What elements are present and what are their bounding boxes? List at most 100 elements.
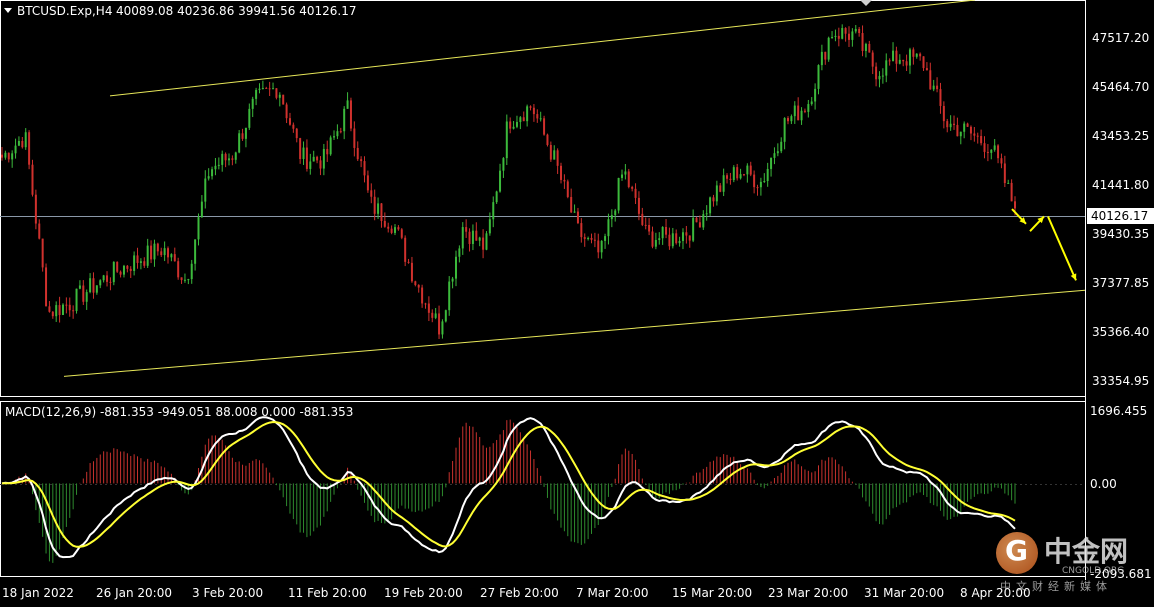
- candle-body-bear: [414, 281, 417, 285]
- candle-body-bear: [627, 171, 630, 187]
- candle-body-bull: [990, 149, 993, 153]
- candle-body-bull: [17, 140, 20, 146]
- candle-body-bull: [881, 75, 884, 77]
- candle-body-bull: [78, 285, 81, 289]
- candle-body-bull: [227, 158, 230, 161]
- candle-body-bear: [421, 287, 424, 304]
- candle-body-bear: [224, 153, 227, 161]
- price-tick-label: 37377.85: [1092, 276, 1149, 290]
- candle-body-bull: [451, 278, 454, 282]
- candle-body-bear: [953, 123, 956, 125]
- candle-body-bear: [729, 178, 732, 181]
- price-chart[interactable]: BTCUSD.Exp,H4 40089.08 40236.86 39941.56…: [0, 0, 1154, 603]
- candle-body-bull: [993, 145, 996, 150]
- candle-body-bear: [736, 167, 739, 179]
- candle-body-bear: [92, 278, 95, 293]
- candle-body-bear: [824, 51, 827, 60]
- candle-body-bear: [400, 229, 403, 238]
- candle-body-bear: [522, 117, 525, 122]
- candle-body-bull: [746, 165, 749, 175]
- candle-body-bull: [146, 245, 149, 266]
- candle-body-bear: [160, 251, 163, 256]
- candle-body-bull: [519, 117, 522, 123]
- candle-body-bull: [617, 177, 620, 211]
- candle-body-bull: [793, 105, 796, 117]
- candle-body-bear: [685, 232, 688, 236]
- candles-layer: [1, 24, 1016, 340]
- candle-body-bull: [810, 101, 813, 105]
- candle-body-bear: [976, 135, 979, 137]
- candle-body-bear: [468, 231, 471, 244]
- candle-body-bull: [261, 87, 264, 89]
- candle-body-bull: [211, 169, 214, 177]
- candle-body-bull: [827, 37, 830, 60]
- candle-body-bear: [319, 160, 322, 169]
- candle-body-bear: [560, 165, 563, 180]
- candle-body-bear: [966, 123, 969, 127]
- candle-body-bull: [610, 215, 613, 220]
- candle-body-bull: [539, 118, 542, 120]
- candle-body-bear: [753, 174, 756, 188]
- candle-body-bear: [641, 213, 644, 225]
- candle-body-bear: [65, 304, 68, 306]
- candle-body-bull: [766, 168, 769, 182]
- candle-body-bear: [803, 110, 806, 112]
- candle-body-bear: [288, 118, 291, 125]
- candle-body-bear: [698, 222, 701, 228]
- price-tick-label: 43453.25: [1092, 129, 1149, 143]
- candle-body-bull: [89, 278, 92, 293]
- candle-body-bear: [1010, 182, 1013, 202]
- candle-body-bear: [871, 52, 874, 67]
- candle-body-bull: [505, 121, 508, 159]
- candle-body-bull: [95, 285, 98, 293]
- candle-body-bull: [322, 148, 325, 169]
- candle-body-bear: [576, 211, 579, 224]
- candle-body-bear: [373, 196, 376, 214]
- candle-body-bear: [136, 255, 139, 263]
- candle-body-bear: [912, 49, 915, 57]
- candle-body-bull: [854, 28, 857, 32]
- candle-body-bear: [316, 156, 319, 161]
- candle-body-bull: [515, 122, 518, 127]
- candle-body-bull: [183, 279, 186, 281]
- candle-body-bull: [24, 132, 27, 148]
- candle-body-bull: [502, 158, 505, 171]
- candle-body-bear: [973, 133, 976, 136]
- macd-tick-label: 0.00: [1090, 477, 1117, 491]
- macd-label: MACD(12,26,9) -881.353 -949.051 88.008 0…: [5, 405, 353, 419]
- candle-body-bear: [353, 128, 356, 148]
- dropdown-triangle-icon[interactable]: [4, 8, 12, 13]
- candle-body-bull: [448, 281, 451, 311]
- candle-body-bear: [837, 35, 840, 39]
- candle-body-bear: [305, 147, 308, 169]
- candle-body-bull: [485, 233, 488, 250]
- candle-body-bull: [61, 304, 64, 316]
- symbol-label: BTCUSD.Exp,H4: [17, 4, 112, 18]
- candle-body-bull: [654, 240, 657, 247]
- candle-body-bull: [343, 108, 346, 132]
- chart-shift-marker-icon[interactable]: [860, 0, 872, 6]
- candle-body-bear: [532, 107, 535, 115]
- candle-body-bull: [620, 174, 623, 178]
- channel-layer: [63, 0, 1086, 377]
- candle-body-bull: [492, 202, 495, 220]
- candle-body-bear: [431, 312, 434, 318]
- candle-body-bull: [851, 31, 854, 40]
- candle-body-bear: [150, 245, 153, 260]
- candle-body-bull: [278, 94, 281, 98]
- candle-body-bear: [31, 164, 34, 195]
- candle-body-bull: [488, 219, 491, 234]
- candle-body-bear: [905, 61, 908, 66]
- candle-body-bull: [800, 110, 803, 121]
- candle-body-bull: [607, 219, 610, 237]
- candle-body-bear: [895, 50, 898, 64]
- candle-body-bull: [773, 153, 776, 158]
- candle-body-bull: [187, 279, 190, 281]
- candle-body-bear: [651, 231, 654, 247]
- chart-canvas[interactable]: BTCUSD.Exp,H4 40089.08 40236.86 39941.56…: [0, 0, 1154, 603]
- candle-body-bull: [454, 256, 457, 279]
- candle-body-bear: [48, 306, 51, 312]
- candle-body-bear: [241, 133, 244, 139]
- candle-body-bull: [234, 152, 237, 160]
- candle-body-bear: [38, 223, 41, 239]
